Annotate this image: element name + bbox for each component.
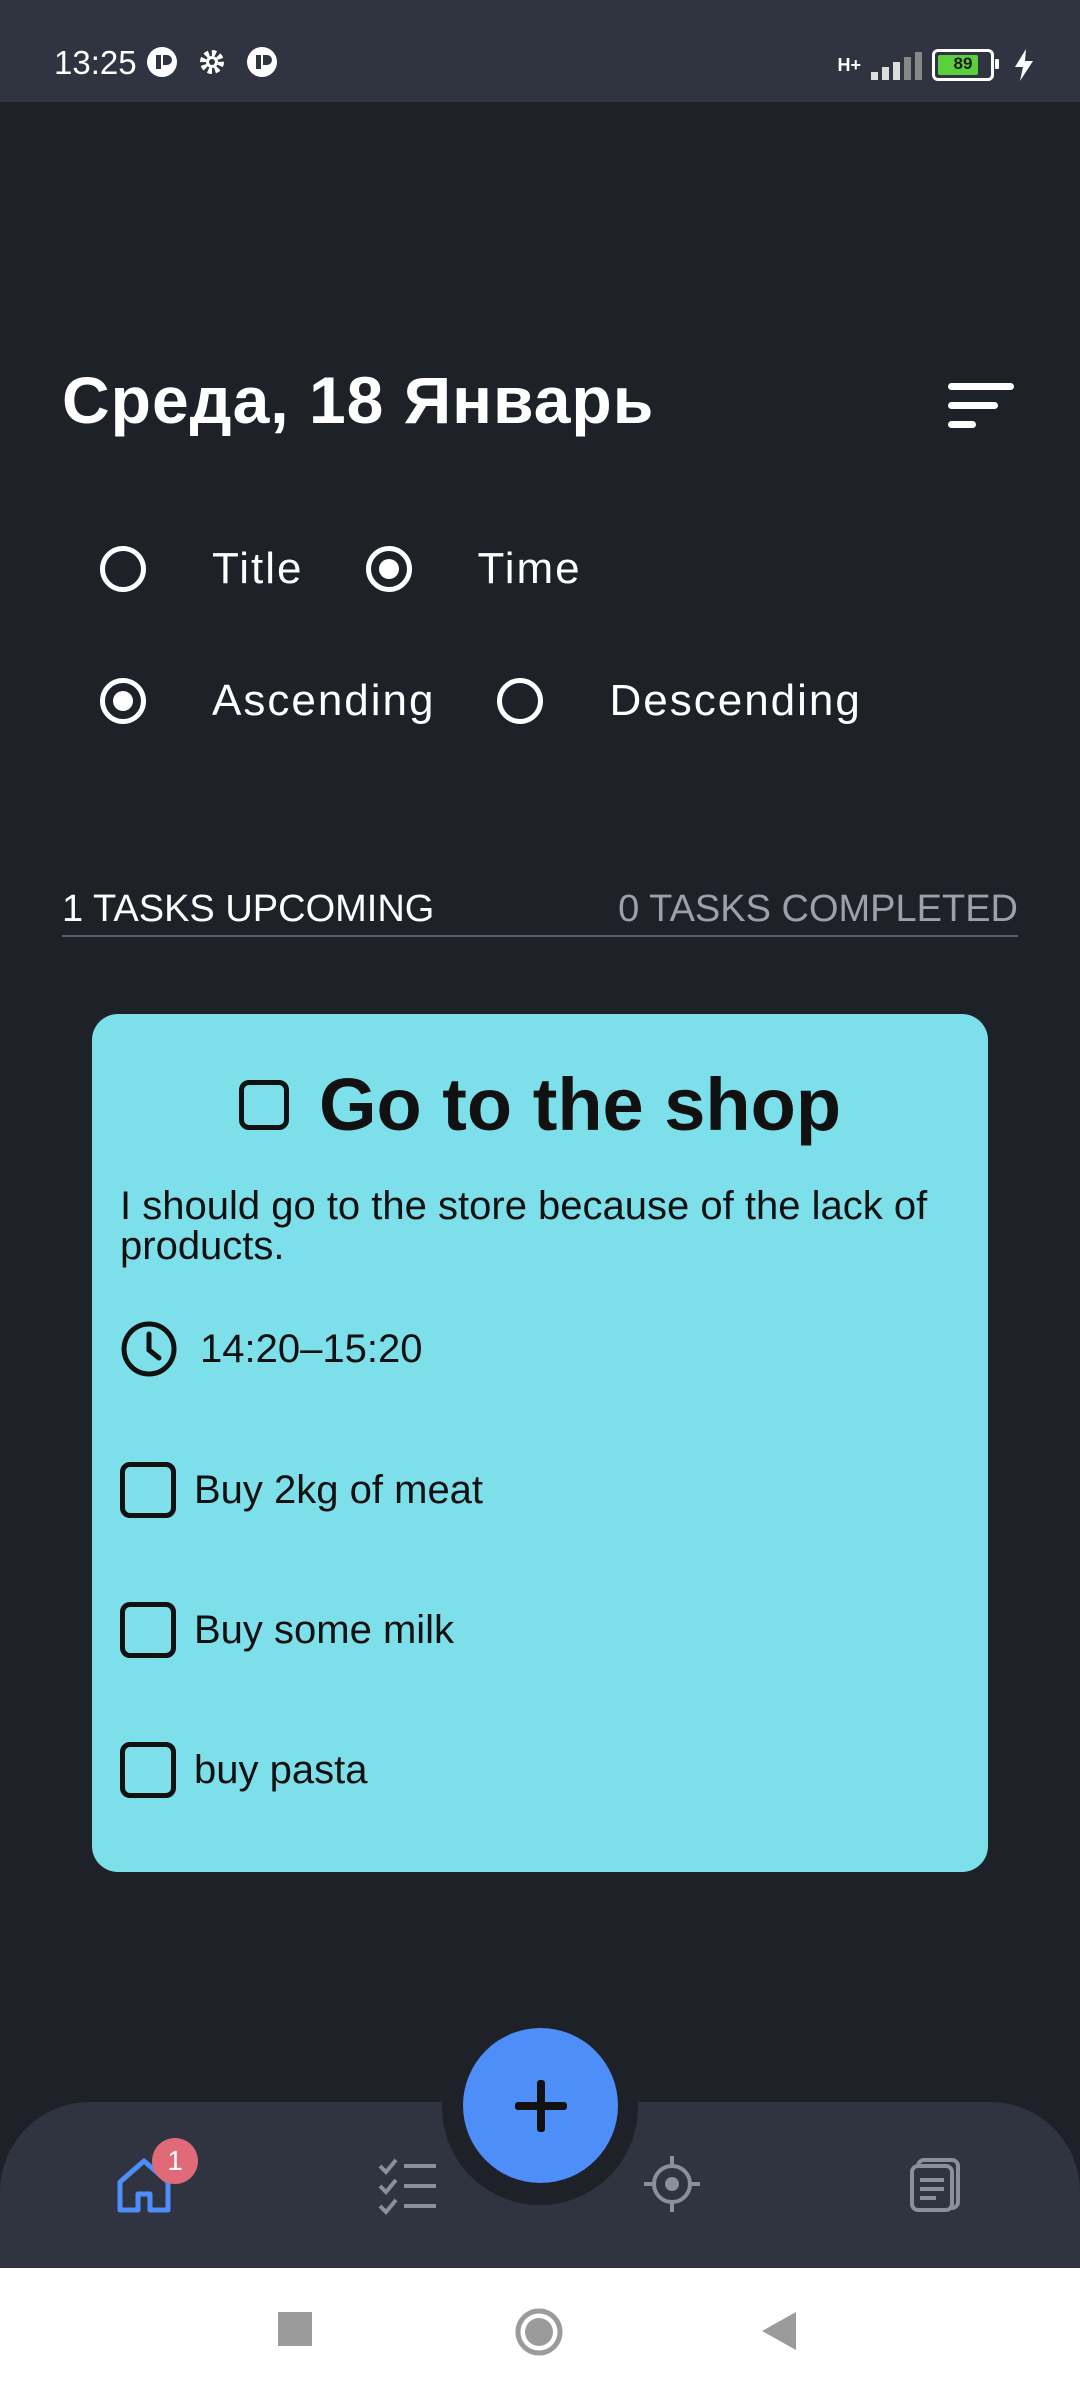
- sort-time-label[interactable]: Time: [478, 544, 582, 594]
- status-bar: 13:25 H+ 89: [0, 0, 1080, 102]
- network-type: H+: [837, 55, 861, 75]
- task-checkbox[interactable]: [238, 1079, 289, 1130]
- app-notification-icon: [147, 47, 177, 77]
- status-time: 13:25: [54, 44, 137, 81]
- descending-label[interactable]: Descending: [609, 676, 861, 726]
- completed-count[interactable]: 0 TASKS COMPLETED: [618, 888, 1018, 931]
- back-button[interactable]: [762, 2312, 798, 2350]
- subtask-label: Buy some milk: [194, 1607, 455, 1652]
- sort-filter-icon[interactable]: [944, 380, 1018, 432]
- battery-icon: 89: [932, 49, 999, 81]
- tasks-list-icon[interactable]: [376, 2152, 440, 2216]
- status-right: H+ 89: [837, 48, 1036, 82]
- recents-button[interactable]: [278, 2312, 312, 2346]
- add-task-button[interactable]: [463, 2028, 618, 2183]
- notes-icon[interactable]: [904, 2152, 968, 2216]
- subtask-item[interactable]: Buy some milk: [120, 1602, 454, 1658]
- signal-icon: [871, 50, 922, 80]
- task-card[interactable]: Go to the shop I should go to the store …: [92, 1014, 988, 1872]
- descending-radio[interactable]: [497, 678, 544, 724]
- task-description: I should go to the store because of the …: [120, 1184, 928, 1268]
- sort-by-group: Title Time: [100, 544, 582, 594]
- sort-order-group: Ascending Descending: [100, 676, 862, 726]
- home-system-button[interactable]: [514, 2307, 564, 2357]
- sort-title-radio[interactable]: [100, 546, 146, 592]
- settings-gear-icon: [200, 50, 224, 74]
- battery-level: 89: [953, 54, 973, 73]
- ascending-label[interactable]: Ascending: [212, 676, 435, 726]
- task-time-row: 14:20–15:20: [120, 1320, 422, 1378]
- ascending-radio[interactable]: [100, 678, 146, 724]
- subtask-label: buy pasta: [194, 1747, 368, 1792]
- app-notification-icon-2: [247, 47, 277, 77]
- task-header: Go to the shop: [92, 1062, 988, 1147]
- subtask-checkbox[interactable]: [120, 1602, 176, 1658]
- page-title: Среда, 18 Январь: [62, 363, 655, 437]
- subtask-item[interactable]: buy pasta: [120, 1742, 367, 1798]
- task-counts: 1 TASKS UPCOMING 0 TASKS COMPLETED: [62, 880, 1018, 937]
- task-time: 14:20–15:20: [200, 1326, 423, 1371]
- subtask-checkbox[interactable]: [120, 1742, 176, 1798]
- sort-time-radio[interactable]: [365, 546, 412, 592]
- plus-icon: [514, 2079, 567, 2132]
- charging-icon: [1015, 49, 1033, 81]
- clock-icon: [121, 1321, 177, 1377]
- subtask-checkbox[interactable]: [120, 1462, 176, 1518]
- sort-title-label[interactable]: Title: [212, 544, 304, 594]
- focus-target-icon[interactable]: [640, 2152, 704, 2216]
- subtask-item[interactable]: Buy 2kg of meat: [120, 1462, 483, 1518]
- task-title: Go to the shop: [318, 1063, 842, 1146]
- upcoming-count[interactable]: 1 TASKS UPCOMING: [62, 888, 434, 931]
- subtask-label: Buy 2kg of meat: [194, 1467, 484, 1512]
- home-badge: 1: [152, 2138, 198, 2184]
